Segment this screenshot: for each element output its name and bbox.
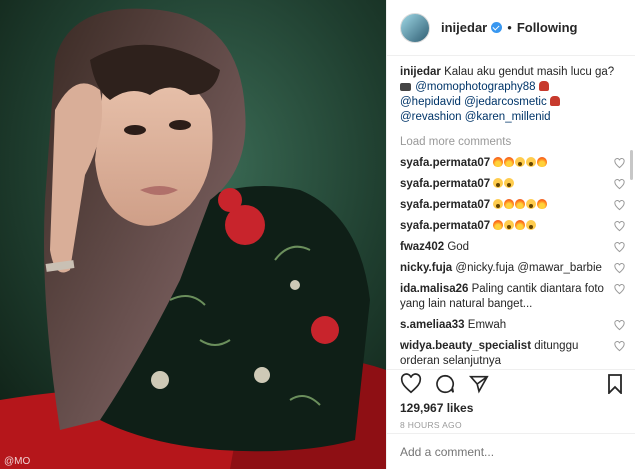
fire-emoji-icon [504, 199, 515, 209]
comment-like-heart-icon[interactable] [614, 341, 625, 352]
comment-like-heart-icon[interactable] [614, 158, 625, 169]
comment-like-heart-icon[interactable] [614, 263, 625, 274]
comment-text: @nicky.fuja @mawar_barbie [455, 262, 602, 274]
comment-username[interactable]: fwaz402 [400, 241, 444, 253]
comment-row: nicky.fuja @nicky.fuja @mawar_barbie [400, 261, 625, 276]
astonished-emoji-icon [504, 220, 515, 230]
comment-content: nicky.fuja @nicky.fuja @mawar_barbie [400, 261, 608, 276]
mention-link[interactable]: @revashion [400, 111, 462, 123]
mention-link[interactable]: @momophotography88 [415, 81, 535, 93]
comments-section: inijedar Kalau aku gendut masih lucu ga?… [400, 65, 625, 375]
add-comment-input[interactable] [400, 445, 622, 459]
likes-count[interactable]: 129,967 likes [400, 401, 473, 415]
like-heart-icon[interactable] [400, 373, 422, 395]
comment-like-heart-icon[interactable] [614, 200, 625, 211]
post-side-panel: inijedar • Following inijedar Kalau aku … [386, 0, 635, 469]
comment-username[interactable]: syafa.permata07 [400, 157, 490, 169]
comment-username[interactable]: nicky.fuja [400, 262, 452, 274]
mention-link[interactable]: @karen_millenid [465, 111, 551, 123]
load-more-comments-link[interactable]: Load more comments [400, 135, 625, 150]
comments-scrollbar[interactable] [630, 150, 633, 180]
comment-username[interactable]: ida.malisa26 [400, 283, 468, 295]
share-icon[interactable] [468, 373, 490, 395]
comment-content: syafa.permata07 [400, 198, 608, 213]
header-username[interactable]: inijedar [441, 20, 487, 35]
avatar[interactable] [400, 12, 430, 43]
comment-row: fwaz402 God [400, 240, 625, 255]
comment-like-heart-icon[interactable] [614, 284, 625, 295]
astonished-emoji-icon [526, 157, 537, 167]
astonished-emoji-icon [493, 199, 504, 209]
add-comment-bar [387, 433, 635, 470]
fire-emoji-icon [537, 199, 548, 209]
comment-list: syafa.permata07 syafa.permata07 syafa.pe… [400, 156, 625, 369]
comment-content: fwaz402 God [400, 240, 608, 255]
fire-emoji-icon [537, 157, 548, 167]
comment-row: syafa.permata07 [400, 219, 625, 234]
comment-text: Emwah [467, 319, 507, 331]
post-timestamp[interactable]: 8 HOURS AGO [400, 420, 462, 430]
comment-content: ida.malisa26 Paling cantik diantara foto… [400, 282, 608, 312]
comment-row: widya.beauty_specialist ditunggu orderan… [400, 339, 625, 369]
dancer-emoji-icon [538, 81, 549, 91]
header-separator: • [507, 20, 512, 35]
comment-like-heart-icon[interactable] [614, 242, 625, 253]
comment-content: s.ameliaa33 Emwah [400, 318, 608, 333]
comment-text: God [447, 241, 470, 253]
comment-content: syafa.permata07 [400, 219, 608, 234]
comment-username[interactable]: widya.beauty_specialist [400, 340, 531, 352]
comment-username[interactable]: s.ameliaa33 [400, 319, 465, 331]
fire-emoji-icon [493, 220, 504, 230]
comment-username[interactable]: syafa.permata07 [400, 178, 490, 190]
comment-like-heart-icon[interactable] [614, 221, 625, 232]
astonished-emoji-icon [526, 199, 537, 209]
comment-like-heart-icon[interactable] [614, 179, 625, 190]
post-photo[interactable]: @MO [0, 0, 386, 469]
dancer-emoji-icon [549, 96, 560, 106]
astonished-emoji-icon [515, 157, 526, 167]
photo-illustration [0, 0, 386, 469]
comment-row: ida.malisa26 Paling cantik diantara foto… [400, 282, 625, 312]
comment-bubble-icon[interactable] [434, 373, 456, 395]
comment-content: syafa.permata07 [400, 156, 608, 171]
caption: inijedar Kalau aku gendut masih lucu ga?… [400, 65, 625, 125]
comment-content: widya.beauty_specialist ditunggu orderan… [400, 339, 608, 369]
camera-emoji-icon [400, 83, 411, 91]
fire-emoji-icon [515, 220, 526, 230]
comment-like-heart-icon[interactable] [614, 320, 625, 331]
post-header: inijedar • Following [387, 0, 635, 56]
fire-emoji-icon [493, 157, 504, 167]
verified-badge-icon [491, 22, 503, 33]
following-button[interactable]: Following [517, 20, 578, 35]
astonished-emoji-icon [493, 178, 504, 188]
fire-emoji-icon [504, 157, 515, 167]
comment-username[interactable]: syafa.permata07 [400, 199, 490, 211]
caption-text: Kalau aku gendut masih lucu ga? [444, 66, 615, 78]
caption-username[interactable]: inijedar [400, 66, 441, 78]
astonished-emoji-icon [504, 178, 515, 188]
comment-username[interactable]: syafa.permata07 [400, 220, 490, 232]
action-bar [387, 369, 635, 398]
bookmark-icon[interactable] [607, 374, 623, 394]
photo-watermark: @MO [4, 456, 31, 467]
comment-row: s.ameliaa33 Emwah [400, 318, 625, 333]
mention-link[interactable]: @jedarcosmetic [464, 96, 547, 108]
comment-row: syafa.permata07 [400, 177, 625, 192]
mention-link[interactable]: @hepidavid [400, 96, 461, 108]
comment-row: syafa.permata07 [400, 198, 625, 213]
fire-emoji-icon [515, 199, 526, 209]
comment-content: syafa.permata07 [400, 177, 608, 192]
astonished-emoji-icon [526, 220, 537, 230]
comment-row: syafa.permata07 [400, 156, 625, 171]
